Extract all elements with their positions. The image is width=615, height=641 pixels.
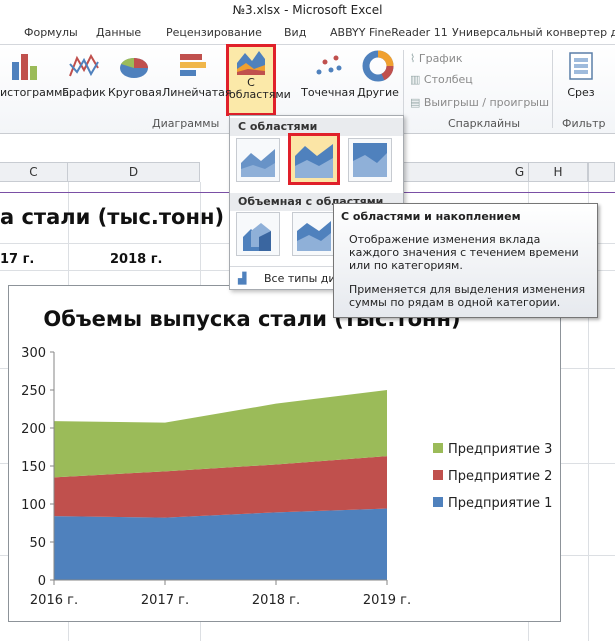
chart-types-icon: ▟	[238, 272, 247, 285]
3d-stacked-area-thumb-icon	[297, 221, 331, 251]
sparkline-line-label: График	[418, 52, 463, 65]
sparkline-line-icon: ⌇	[410, 52, 419, 65]
donut-chart-icon	[362, 50, 394, 82]
y-tick-label: 150	[21, 460, 46, 475]
area-chart-icon	[237, 51, 265, 75]
sparkline-winloss-icon: ▤	[410, 96, 424, 109]
other-charts-label: Другие	[357, 86, 399, 99]
stacked-area-thumb-icon	[295, 144, 333, 178]
3d-stacked-area-thumbnail[interactable]	[292, 212, 336, 256]
legend-label: Предприятие 1	[448, 496, 552, 511]
sparkline-column-icon: ▥	[410, 73, 424, 86]
area-thumbnail[interactable]	[236, 138, 280, 182]
tab-view[interactable]: Вид	[284, 26, 306, 39]
legend-swatch	[433, 443, 443, 453]
column-header-h[interactable]: H	[528, 162, 588, 182]
3d-area-thumbnail[interactable]	[236, 212, 280, 256]
area-chart-button[interactable]: С областями	[229, 47, 291, 101]
tab-data[interactable]: Данные	[96, 26, 141, 39]
year-cell-2017[interactable]: 17 г.	[0, 252, 34, 267]
x-tick-label: 2017 г.	[141, 593, 189, 608]
x-tick-label: 2018 г.	[252, 593, 300, 608]
group-label-sparklines: Спарклайны	[448, 117, 521, 130]
tooltip-title: С областями и накоплением	[341, 210, 521, 223]
bar-chart-icon	[180, 54, 206, 76]
group-label-filter: Фильтр	[562, 117, 606, 130]
pie-chart-label: Круговая	[108, 86, 162, 99]
area-thumb-icon	[241, 149, 275, 177]
y-tick-label: 300	[21, 346, 46, 361]
slicer-label: Срез	[567, 86, 595, 99]
legend-swatch	[433, 497, 443, 507]
tab-formulas[interactable]: Формулы	[24, 26, 78, 39]
tab-abbyy[interactable]: ABBYY FineReader 11	[330, 26, 448, 39]
column-header-next[interactable]	[588, 162, 615, 182]
sheet-title-cell[interactable]: а стали (тыс.тонн)	[0, 205, 224, 229]
slicer-button[interactable]: Срез	[558, 50, 604, 99]
column-header-c[interactable]: C	[0, 162, 68, 182]
group-separator	[552, 50, 553, 128]
group-label-charts: Диаграммы	[152, 117, 220, 130]
column-header-g-label: G	[514, 165, 525, 179]
histogram-label: истограмма	[0, 86, 70, 99]
all-chart-types-label: Все типы диа	[264, 272, 343, 285]
sparkline-winloss-button[interactable]: ▤ Выигрыш / проигрыш	[410, 96, 549, 109]
tab-review[interactable]: Рецензирование	[166, 26, 262, 39]
sparkline-winloss-label: Выигрыш / проигрыш	[423, 96, 550, 109]
y-tick-label: 200	[21, 422, 46, 437]
line-chart-icon	[69, 53, 99, 77]
window-title: №3.xlsx - Microsoft Excel	[0, 0, 615, 20]
area-chart-label-2: областями	[229, 88, 291, 101]
line-chart-label: График	[62, 86, 106, 99]
legend-label: Предприятие 3	[448, 442, 552, 457]
y-tick-label: 250	[21, 384, 46, 399]
other-charts-button[interactable]: Другие	[356, 50, 400, 99]
slicer-icon	[569, 52, 593, 80]
area-series-1	[54, 508, 387, 580]
ribbon-tabs: Формулы Данные Рецензирование Вид ABBYY …	[0, 22, 615, 44]
legend-label: Предприятие 2	[448, 469, 552, 484]
histogram-button[interactable]: истограмма	[0, 50, 70, 99]
line-chart-button[interactable]: График	[60, 50, 108, 99]
sparkline-line-button[interactable]: ⌇ График	[410, 52, 463, 65]
y-tick-label: 50	[29, 536, 46, 551]
sparkline-column-label: Столбец	[423, 73, 473, 86]
stacked-area-tooltip: С областями и накоплением Отображение из…	[333, 203, 598, 318]
y-tick-label: 100	[21, 498, 46, 513]
tooltip-usage: Применяется для выделения изменения сумм…	[349, 283, 586, 309]
stacked-area-chart[interactable]: Объемы выпуска стали (тыс.тонн)050100150…	[9, 286, 562, 623]
year-cell-2018[interactable]: 2018 г.	[110, 252, 162, 267]
scatter-chart-label: Точечная	[301, 86, 355, 99]
percent-area-thumbnail[interactable]	[348, 138, 392, 182]
3d-area-thumb-icon	[243, 223, 271, 251]
x-tick-label: 2019 г.	[363, 593, 411, 608]
tooltip-description: Отображение изменения вклада каждого зна…	[349, 233, 579, 272]
column-header-d[interactable]: D	[68, 162, 200, 182]
legend-swatch	[433, 470, 443, 480]
bar-chart-button[interactable]: Линейчатая	[162, 50, 232, 99]
x-tick-label: 2016 г.	[30, 593, 78, 608]
tab-converter[interactable]: Универсальный конвертер д	[452, 26, 615, 39]
scatter-chart-button[interactable]: Точечная	[300, 50, 356, 99]
bar-chart-label: Линейчатая	[162, 86, 232, 99]
column-chart-icon	[12, 54, 37, 80]
chart-frame[interactable]: Объемы выпуска стали (тыс.тонн) 0 50 100 150…	[8, 285, 561, 622]
pie-chart-button[interactable]: Круговая	[108, 50, 162, 99]
stacked-area-thumbnail[interactable]	[288, 133, 340, 185]
scatter-chart-icon	[316, 55, 342, 75]
pie-chart-icon	[120, 57, 148, 78]
percent-area-thumb-icon	[353, 143, 387, 177]
sparkline-column-button[interactable]: ▥ Столбец	[410, 73, 473, 86]
y-tick-label: 0	[38, 574, 46, 589]
